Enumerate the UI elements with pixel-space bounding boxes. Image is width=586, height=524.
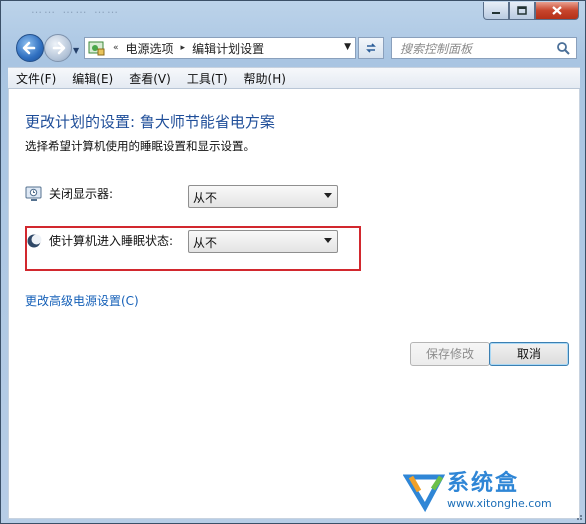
breadcrumb-separator[interactable]: ▸ <box>181 43 186 53</box>
address-bar[interactable]: « 电源选项 ▸ 编辑计划设置 ▼ <box>84 37 356 59</box>
page-title: 更改计划的设置: 鲁大师节能省电方案 <box>25 113 275 131</box>
close-button[interactable] <box>535 2 579 20</box>
display-off-value: 从不 <box>193 191 218 205</box>
title-bar[interactable]: …… …… …… <box>1 1 585 29</box>
forward-button[interactable] <box>44 34 72 62</box>
menu-view[interactable]: 查看(V) <box>121 70 179 87</box>
page-description: 选择希望计算机使用的睡眠设置和显示设置。 <box>25 139 255 153</box>
advanced-power-settings-link[interactable]: 更改高级电源设置(C) <box>25 292 139 309</box>
back-arrow-icon <box>22 41 36 55</box>
menu-bar: 文件(F) 编辑(E) 查看(V) 工具(T) 帮助(H) <box>8 67 580 89</box>
highlight-box <box>25 226 361 271</box>
menu-tools[interactable]: 工具(T) <box>179 70 236 87</box>
chevron-down-icon <box>324 193 332 198</box>
display-off-select[interactable]: 从不 <box>188 185 338 208</box>
refresh-icon <box>366 43 376 53</box>
watermark-logo-icon <box>403 474 445 513</box>
save-changes-button[interactable]: 保存修改 <box>410 342 490 366</box>
control-panel-icon <box>88 41 105 56</box>
breadcrumb-power-options[interactable]: 电源选项 <box>126 40 174 57</box>
content-pane: 更改计划的设置: 鲁大师节能省电方案 选择希望计算机使用的睡眠设置和显示设置。 … <box>8 89 580 519</box>
breadcrumb-edit-plan[interactable]: 编辑计划设置 <box>192 40 264 57</box>
minimize-button[interactable] <box>483 2 509 20</box>
window-title-ghost: …… …… …… <box>31 3 120 16</box>
search-box[interactable] <box>391 37 577 59</box>
search-input[interactable] <box>398 39 552 59</box>
close-icon <box>552 6 562 15</box>
menu-file[interactable]: 文件(F) <box>8 70 64 87</box>
caption-buttons <box>483 2 579 22</box>
control-panel-window: …… …… …… ▼ « 电源选项 ▸ 编辑计划设置 ▼ 搜索控制面板 文件(F… <box>0 0 586 524</box>
display-off-row: 关闭显示器: <box>25 185 113 202</box>
watermark: 系统盒 www.xitonghe.com <box>403 463 583 521</box>
cancel-button[interactable]: 取消 <box>489 342 569 366</box>
minimize-icon <box>492 11 500 14</box>
watermark-url: www.xitonghe.com <box>447 497 552 510</box>
navigation-bar: ▼ « 电源选项 ▸ 编辑计划设置 ▼ <box>1 31 585 65</box>
refresh-button[interactable] <box>358 37 384 59</box>
back-button[interactable] <box>16 34 44 62</box>
resize-grip-icon[interactable] <box>573 511 583 521</box>
search-icon[interactable] <box>556 41 570 55</box>
forward-arrow-icon <box>52 41 66 55</box>
maximize-icon <box>517 6 527 15</box>
display-off-label: 关闭显示器: <box>49 187 114 201</box>
address-dropdown-icon[interactable]: ▼ <box>344 42 351 52</box>
history-dropdown-icon[interactable]: ▼ <box>73 46 79 55</box>
menu-help[interactable]: 帮助(H) <box>236 70 294 87</box>
monitor-icon <box>25 186 42 201</box>
maximize-button[interactable] <box>509 2 535 20</box>
watermark-brand: 系统盒 <box>447 471 520 496</box>
breadcrumb-overflow[interactable]: « <box>113 43 119 53</box>
menu-edit[interactable]: 编辑(E) <box>64 70 121 87</box>
